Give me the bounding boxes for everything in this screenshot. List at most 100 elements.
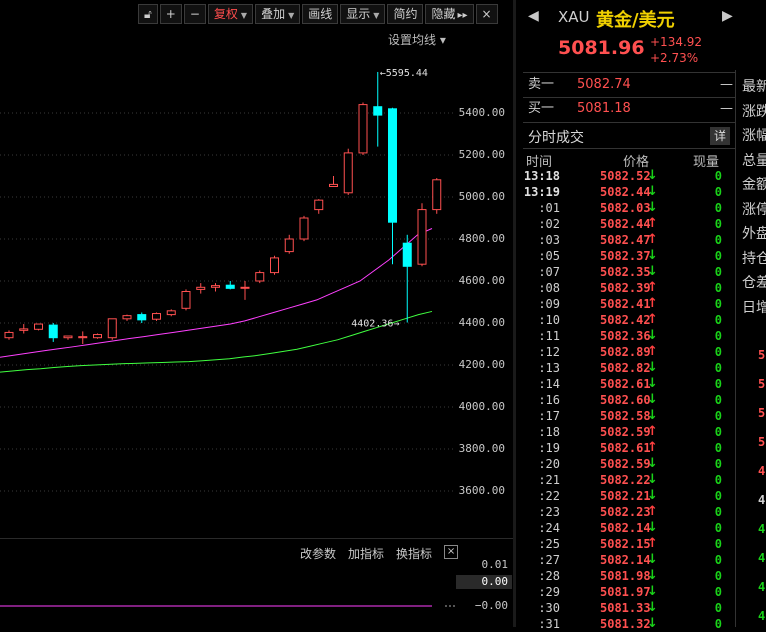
close-indicator-button[interactable]: × [444, 545, 459, 559]
arrow-down-icon: ↓ [647, 360, 658, 375]
tick-row: 13:18 5082.52 ↓ 0 [520, 168, 732, 184]
candle-down [137, 314, 147, 321]
tick-time: :22 [538, 489, 560, 503]
stat-label: 涨幅 [742, 128, 766, 144]
y-tick-label: 4800.00 [458, 232, 505, 245]
prev-symbol-icon[interactable]: ◀ [528, 8, 539, 24]
y-tick-label: 5000.00 [458, 190, 505, 203]
detail-button[interactable]: 详 [710, 127, 730, 145]
fuquan-label: 复权 [213, 7, 238, 21]
arrow-down-icon: ↓ [647, 248, 658, 263]
tick-row: :21 5082.22 ↓ 0 [520, 472, 732, 488]
sell-volume: — [720, 77, 733, 92]
sell-one-row[interactable]: 卖一 5082.74 — [528, 75, 733, 95]
draw-line-button[interactable]: 画线 [302, 4, 339, 24]
tick-volume: 0 [714, 393, 722, 407]
arrow-down-icon: ↓ [647, 472, 658, 487]
tick-row: :25 5082.15 ↑ 0 [520, 536, 732, 552]
ma-settings-button[interactable]: 设置均线 ▾ [388, 31, 446, 48]
zoom-in-button[interactable]: + [159, 4, 182, 24]
tick-volume: 0 [714, 585, 722, 599]
zoom-out-button[interactable]: − [183, 4, 206, 24]
buy-price: 5081.18 [577, 101, 631, 116]
candle-up [107, 318, 117, 339]
tick-volume: 0 [714, 281, 722, 295]
y-tick-label: 4000.00 [458, 400, 505, 413]
candle-up [270, 257, 279, 274]
stat-value: 4 [758, 609, 766, 623]
fuquan-button[interactable]: 复权 ▼ [207, 4, 254, 24]
arrow-up-icon: ↑ [647, 424, 658, 439]
candle-up [78, 336, 88, 339]
tick-time: :17 [538, 409, 560, 423]
overlay-button[interactable]: 叠加 ▼ [255, 4, 301, 24]
tick-row: :29 5081.97 ↓ 0 [520, 584, 732, 600]
close-chart-button[interactable]: × [475, 4, 498, 24]
candle-up [284, 238, 294, 253]
tick-volume: 0 [714, 617, 722, 631]
y-tick-label: 5200.00 [458, 148, 505, 161]
tick-trades-title: 分时成交 [528, 130, 584, 146]
tick-row: :01 5082.03 ↓ 0 [520, 200, 732, 216]
tick-volume: 0 [714, 265, 722, 279]
candle-up [19, 328, 29, 331]
display-button[interactable]: 显示 ▼ [340, 4, 386, 24]
chevron-down-icon: ▼ [373, 11, 380, 20]
symbol-code: XAU [558, 8, 590, 26]
chevron-down-icon: ▼ [288, 11, 295, 20]
stat-value: 4 [758, 493, 766, 507]
chevron-down-icon: ▼ [240, 11, 248, 20]
y-tick-label: 4400.00 [458, 316, 505, 329]
tick-time: :05 [538, 249, 560, 263]
tick-time: :12 [538, 345, 560, 359]
simple-button[interactable]: 简约 [387, 4, 424, 24]
pane-divider[interactable] [0, 538, 513, 539]
tick-time: :27 [538, 553, 560, 567]
buy-one-row[interactable]: 买一 5081.18 — [528, 99, 733, 119]
tick-price: 5082.21 [600, 489, 651, 503]
tick-time: :24 [538, 521, 560, 535]
tick-row: :31 5081.32 ↓ 0 [520, 616, 732, 632]
hide-button[interactable]: 隐藏 ▸▸ [425, 4, 474, 24]
tick-row: :23 5082.23 ↑ 0 [520, 504, 732, 520]
tick-volume: 0 [714, 345, 722, 359]
candle-up [432, 179, 442, 211]
tick-row: :09 5082.41 ↑ 0 [520, 296, 732, 312]
candlestick-chart[interactable]: ←5595.44 4402.36→ [0, 50, 513, 538]
tick-list[interactable]: 13:18 5082.52 ↓ 0 13:19 5082.44 ↓ 0:01 5082.03 ↓ 0… [520, 168, 732, 632]
low-price-label: 4402.36→ [351, 319, 399, 330]
lock-button[interactable]: 🔓︎ [138, 4, 158, 24]
tick-price: 5082.82 [600, 361, 651, 375]
arrow-down-icon: ↓ [647, 616, 658, 631]
side-divider [735, 70, 736, 627]
candle-down [48, 324, 58, 339]
stat-label: 持仓 [742, 250, 766, 267]
tick-row: :13 5082.82 ↓ 0 [520, 360, 732, 376]
y-tick-label: 4200.00 [458, 358, 505, 371]
tick-row: :08 5082.39 ↑ 0 [520, 280, 732, 296]
arrow-down-icon: ↓ [647, 328, 658, 343]
change-value: +134.92 [650, 35, 703, 49]
tick-row: :12 5082.89 ↑ 0 [520, 344, 732, 360]
y-tick-label: 4600.00 [458, 274, 505, 287]
panel-divider[interactable] [513, 0, 516, 627]
stat-label: 日增 [742, 299, 766, 316]
next-symbol-icon[interactable]: ▶ [722, 8, 733, 24]
tick-time: :19 [538, 441, 560, 455]
quote-header: ◀ XAU 黄金/美元 ▶ 5081.96 +134.92 +2.73% [520, 0, 736, 70]
high-price-label: ←5595.44 [380, 68, 428, 79]
candle-up [314, 199, 324, 211]
y-tick-label: 5400.00 [458, 106, 505, 119]
tick-volume: 0 [714, 489, 722, 503]
tick-row: :10 5082.42 ↑ 0 [520, 312, 732, 328]
tick-volume: 0 [714, 329, 722, 343]
tick-row: :05 5082.37 ↓ 0 [520, 248, 732, 264]
y-tick-label: 3800.00 [458, 442, 505, 455]
tick-volume: 0 [714, 169, 722, 183]
tick-time: :02 [538, 217, 560, 231]
symbol-name: 黄金/美元 [596, 10, 675, 31]
lock-icon: 🔓︎ [144, 7, 152, 21]
tick-volume: 0 [714, 249, 722, 263]
tick-price: 5082.58 [600, 409, 651, 423]
stat-value: 4 [758, 522, 766, 536]
